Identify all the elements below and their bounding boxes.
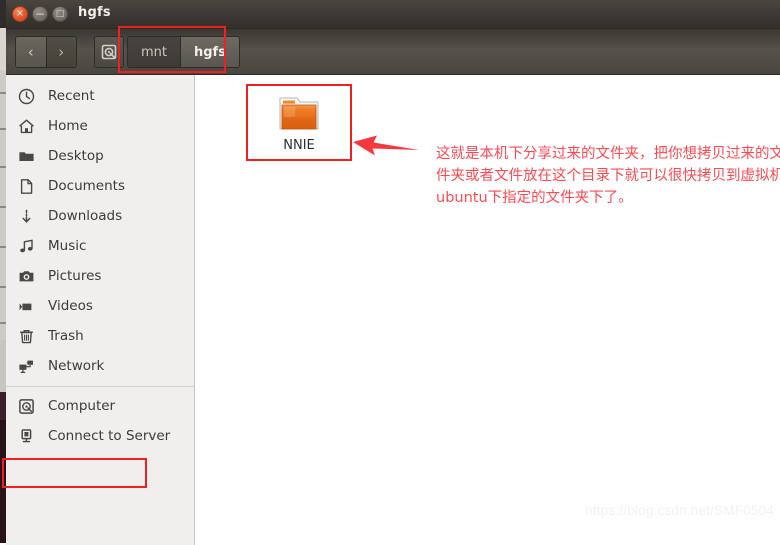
sidebar-item-pictures[interactable]: Pictures [6, 261, 194, 291]
maximize-button[interactable]: □ [52, 6, 68, 22]
breadcrumb-item-hgfs[interactable]: hgfs [181, 37, 239, 67]
sidebar: Recent Home Desktop Documents Downloads … [2, 75, 195, 545]
minimize-icon: − [34, 7, 46, 21]
minimize-button[interactable]: − [32, 6, 48, 22]
sidebar-item-recent[interactable]: Recent [6, 81, 194, 111]
sidebar-item-label: Network [48, 358, 105, 374]
back-button[interactable]: ‹ [16, 37, 47, 67]
sidebar-item-connect-to-server[interactable]: Connect to Server [6, 421, 194, 451]
sidebar-item-label: Home [48, 118, 88, 134]
toolbar: ‹ › mnt hgfs [6, 29, 780, 75]
sidebar-item-label: Downloads [48, 208, 123, 224]
sidebar-item-label: Pictures [48, 268, 102, 284]
download-arrow-icon [18, 208, 40, 225]
folder-icon [279, 97, 319, 129]
close-button[interactable]: × [12, 6, 28, 22]
music-note-icon [18, 238, 40, 255]
window-title: hgfs [78, 5, 111, 20]
home-icon [18, 118, 40, 135]
sidebar-item-desktop[interactable]: Desktop [6, 141, 194, 171]
chevron-left-icon: ‹ [27, 43, 34, 61]
video-camera-icon [18, 298, 40, 315]
sidebar-item-computer[interactable]: Computer [6, 391, 194, 421]
clock-icon [18, 88, 40, 105]
left-arrow-icon [353, 135, 419, 156]
document-icon [18, 178, 40, 195]
sidebar-item-network[interactable]: Network [6, 351, 194, 381]
breadcrumb-item-mnt[interactable]: mnt [128, 37, 181, 67]
sidebar-item-label: Documents [48, 178, 125, 194]
close-icon: × [15, 8, 25, 19]
watermark: https://blog.csdn.net/SMF0504 [585, 503, 774, 518]
sidebar-item-trash[interactable]: Trash [6, 321, 194, 351]
sidebar-item-label: Recent [48, 88, 95, 104]
sidebar-item-downloads[interactable]: Downloads [6, 201, 194, 231]
title-bar: × − □ hgfs [6, 0, 780, 29]
sidebar-item-label: Music [48, 238, 87, 254]
breadcrumb-label: hgfs [194, 44, 226, 60]
maximize-icon: □ [55, 8, 65, 19]
network-icon [18, 358, 40, 375]
server-icon [18, 428, 40, 445]
sidebar-item-label: Computer [48, 398, 116, 414]
sidebar-item-label: Trash [48, 328, 84, 344]
sidebar-item-home[interactable]: Home [6, 111, 194, 141]
window-body: Recent Home Desktop Documents Downloads … [2, 75, 780, 545]
sidebar-item-documents[interactable]: Documents [6, 171, 194, 201]
computer-disk-icon [18, 398, 40, 415]
computer-disk-icon [101, 44, 117, 60]
navigation-button-group: ‹ › [15, 36, 77, 68]
file-manager-window: × − □ hgfs ‹ › mnt hgfs Recent Home Desk… [2, 0, 780, 545]
location-icon-button[interactable] [94, 36, 124, 68]
file-list-pane: NNIE 这就是本机下分享过来的文件夹，把你想拷贝过来的文件夹或者文件放在这个目… [196, 75, 780, 545]
breadcrumb: mnt hgfs [127, 36, 240, 68]
chevron-right-icon: › [58, 43, 65, 61]
trash-icon [18, 328, 40, 345]
forward-button[interactable]: › [46, 37, 76, 67]
file-item-nnie[interactable]: NNIE [246, 84, 352, 161]
folder-icon [18, 148, 40, 165]
sidebar-item-label: Videos [48, 298, 93, 314]
sidebar-item-music[interactable]: Music [6, 231, 194, 261]
sidebar-item-videos[interactable]: Videos [6, 291, 194, 321]
camera-icon [18, 268, 40, 285]
computer-highlight-box [2, 458, 147, 488]
file-item-label: NNIE [283, 137, 315, 153]
annotation-text: 这就是本机下分享过来的文件夹，把你想拷贝过来的文件夹或者文件放在这个目录下就可以… [436, 146, 780, 206]
sidebar-item-label: Connect to Server [48, 428, 171, 444]
sidebar-separator [6, 386, 194, 387]
breadcrumb-label: mnt [141, 44, 167, 60]
sidebar-item-label: Desktop [48, 148, 104, 164]
